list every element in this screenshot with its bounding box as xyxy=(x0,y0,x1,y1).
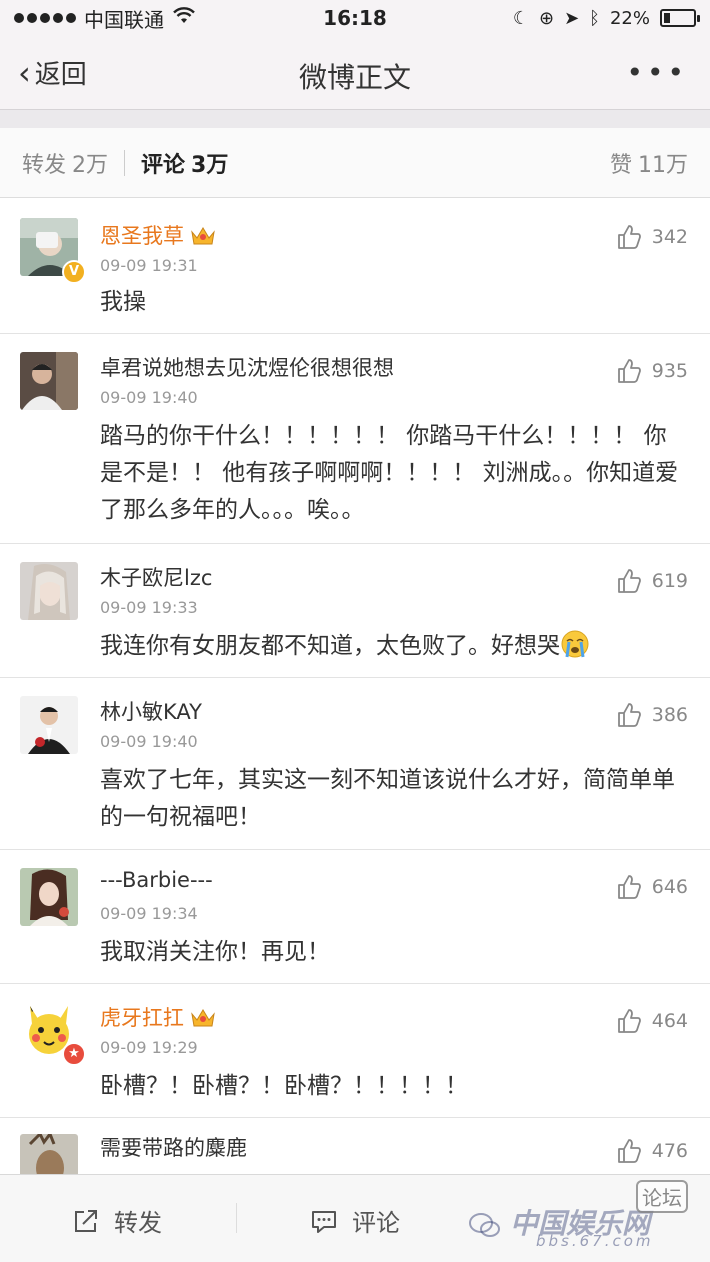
like-count: 464 xyxy=(651,1010,688,1032)
comment-username[interactable]: 卓君说她想去见沈煜伦很想很想 xyxy=(100,352,394,382)
vip-crown-icon xyxy=(191,1009,215,1027)
rotation-lock-icon: ⊕ xyxy=(538,7,555,29)
username-text: 恩圣我草 xyxy=(100,224,184,248)
tab-like[interactable]: 赞 11万 xyxy=(610,147,688,179)
comment-timestamp: 09-09 19:40 xyxy=(100,732,198,751)
comment-item: 木子欧尼lzc 09-09 19:33 我连你有女朋友都不知道，太色败了。好想哭… xyxy=(0,544,710,678)
avatar[interactable] xyxy=(20,868,78,926)
back-button[interactable]: ‹ 返回 xyxy=(18,54,87,91)
share-icon xyxy=(75,1209,97,1232)
vip-crown-icon xyxy=(191,227,215,245)
back-label: 返回 xyxy=(34,60,87,90)
comment-item: V 恩圣我草 09-09 19:31 我操 342 xyxy=(0,198,710,334)
comment-label: 评论 xyxy=(352,1209,400,1237)
avatar[interactable] xyxy=(20,1134,78,1174)
thumbs-up-icon xyxy=(617,359,641,383)
avatar[interactable] xyxy=(20,696,78,754)
like-count: 476 xyxy=(651,1140,688,1162)
thumbs-up-icon xyxy=(617,703,641,727)
comment-username[interactable]: 需要带路的麋鹿 xyxy=(100,1132,247,1162)
comment-timestamp: 09-09 19:40 xyxy=(100,388,198,407)
comment-text: 喜欢了七年，其实这一刻不知道该说什么才好，简简单单的一句祝福吧！ xyxy=(100,767,675,830)
carrier-name: 中国联通 xyxy=(84,7,164,32)
tab-comment-count: 3万 xyxy=(191,152,229,178)
like-count: 935 xyxy=(651,360,688,382)
comment-item: ★ 虎牙扛扛 09-09 19:29 卧槽？！卧槽？！卧槽？！！！！！ 464 xyxy=(0,984,710,1118)
like-button[interactable]: 935 xyxy=(616,358,688,384)
comment-list: V 恩圣我草 09-09 19:31 我操 342 卓君说她想去见沈煜伦很想很想… xyxy=(0,198,710,1174)
comment-item: 卓君说她想去见沈煜伦很想很想 09-09 19:40 踏马的你干什么！！！！！！… xyxy=(0,334,710,544)
star-badge-icon: ★ xyxy=(62,1042,86,1066)
comment-item: 林小敏KAY 09-09 19:40 喜欢了七年，其实这一刻不知道该说什么才好，… xyxy=(0,678,710,850)
more-options-button[interactable]: ••• xyxy=(626,56,688,89)
like-count: 646 xyxy=(651,876,688,898)
signal-strength-icon xyxy=(14,13,76,23)
tab-repost-label: 转发 xyxy=(22,152,67,178)
thumbs-up-icon xyxy=(617,1139,641,1163)
tab-comment[interactable]: 评论 3万 xyxy=(141,147,228,179)
comment-icon xyxy=(312,1210,336,1233)
like-count: 342 xyxy=(651,226,688,248)
toolbar-divider xyxy=(236,1203,237,1233)
thumbs-up-icon xyxy=(617,225,641,249)
moon-icon: ☾ xyxy=(512,7,529,29)
like-button[interactable]: 619 xyxy=(616,568,688,594)
comment-username[interactable]: 虎牙扛扛 xyxy=(100,1002,216,1032)
repost-button[interactable]: 转发 xyxy=(72,1203,162,1238)
bottom-toolbar: 转发 评论 xyxy=(0,1174,710,1262)
thumbs-up-icon xyxy=(617,569,641,593)
comment-username[interactable]: 恩圣我草 xyxy=(100,220,216,250)
comment-text: 我取消关注你！再见！ xyxy=(100,939,330,965)
tab-repost[interactable]: 转发 2万 xyxy=(22,147,108,179)
comment-username[interactable]: 木子欧尼lzc xyxy=(100,562,212,592)
crying-emoji-icon xyxy=(561,630,589,658)
comment-text: 踏马的你干什么！！！！！！ 你踏马干什么！！！！ 你是不是！！ 他有孩子啊啊啊！… xyxy=(100,423,679,523)
comment-timestamp: 09-09 19:31 xyxy=(100,256,198,275)
wifi-icon xyxy=(172,6,196,30)
thumbs-up-icon xyxy=(617,1009,641,1033)
avatar[interactable] xyxy=(20,352,78,410)
tab-like-count: 11万 xyxy=(638,152,688,178)
comment-username[interactable]: 林小敏KAY xyxy=(100,696,202,726)
location-icon: ➤ xyxy=(564,7,580,29)
like-button[interactable]: 476 xyxy=(616,1138,688,1164)
tab-repost-count: 2万 xyxy=(72,152,109,178)
comment-text: 卧槽？！卧槽？！卧槽？！！！！！ xyxy=(100,1073,468,1099)
like-button[interactable]: 342 xyxy=(616,224,688,250)
comment-button[interactable]: 评论 xyxy=(310,1203,400,1238)
battery-icon xyxy=(660,9,700,27)
comment-text: 我操 xyxy=(100,289,146,315)
status-bar: 中国联通 16:18 ☾ ⊕ ➤ ᛒ 22% xyxy=(0,0,710,36)
repost-label: 转发 xyxy=(114,1209,162,1237)
comment-timestamp: 09-09 19:34 xyxy=(100,904,198,923)
battery-percent: 22% xyxy=(609,7,650,29)
like-button[interactable]: 386 xyxy=(616,702,688,728)
bluetooth-icon: ᛒ xyxy=(589,7,600,29)
chevron-left-icon: ‹ xyxy=(18,53,31,92)
like-count: 386 xyxy=(651,704,688,726)
comment-item: ---Barbie--- 09-09 19:34 我取消关注你！再见！ 646 xyxy=(0,850,710,984)
page-title: 微博正文 xyxy=(298,61,411,94)
tab-comment-label: 评论 xyxy=(141,152,186,178)
tab-bar: 转发 2万 评论 3万 赞 11万 xyxy=(0,128,710,198)
comment-username[interactable]: ---Barbie--- xyxy=(100,868,213,892)
comment-text: 我连你有女朋友都不知道，太色败了。好想哭 xyxy=(100,628,680,665)
comment-timestamp: 09-09 19:29 xyxy=(100,1038,198,1057)
verified-badge-icon: V xyxy=(62,260,86,284)
like-button[interactable]: 646 xyxy=(616,874,688,900)
comment-text-body: 我连你有女朋友都不知道，太色败了。好想哭 xyxy=(100,633,560,659)
navigation-bar: ‹ 返回 微博正文 ••• xyxy=(0,36,710,110)
comment-timestamp: 09-09 19:33 xyxy=(100,598,198,617)
avatar[interactable] xyxy=(20,562,78,620)
like-count: 619 xyxy=(651,570,688,592)
thumbs-up-icon xyxy=(617,875,641,899)
tab-divider xyxy=(124,149,126,176)
like-button[interactable]: 464 xyxy=(616,1008,688,1034)
username-text: 虎牙扛扛 xyxy=(100,1006,184,1030)
comment-item: 需要带路的麋鹿 476 xyxy=(0,1118,710,1174)
tab-like-label: 赞 xyxy=(609,152,632,178)
